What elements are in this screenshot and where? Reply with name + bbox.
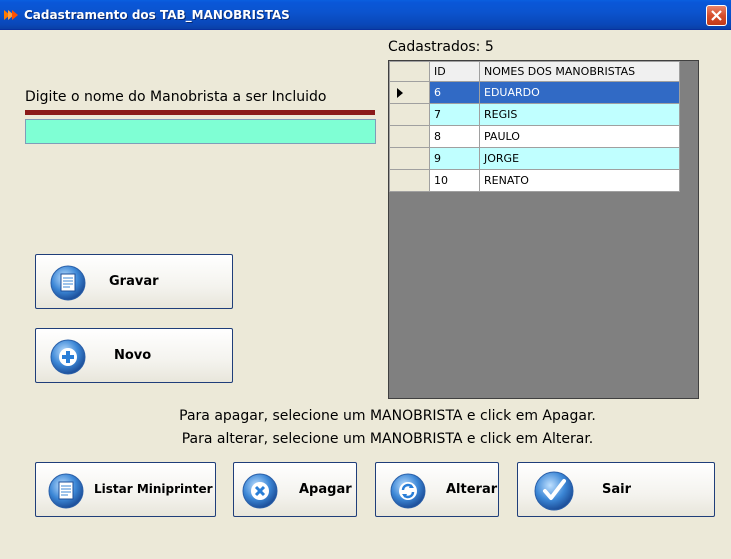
sair-label: Sair (602, 482, 632, 497)
cell-id[interactable]: 6 (429, 81, 480, 104)
table-row[interactable]: 7 REGIS (389, 103, 680, 126)
novo-button[interactable]: Novo (35, 328, 233, 383)
alterar-label: Alterar (446, 482, 498, 497)
window-title: Cadastramento dos TAB_MANOBRISTAS (24, 8, 290, 22)
apagar-button[interactable]: Apagar (233, 462, 357, 517)
listar-label: Listar Miniprinter (94, 482, 213, 496)
row-header[interactable] (389, 125, 430, 148)
cell-name[interactable]: REGIS (479, 103, 680, 126)
cell-name[interactable]: RENATO (479, 169, 680, 192)
plus-icon (50, 339, 86, 375)
manobristas-grid[interactable]: ID NOMES DOS MANOBRISTAS 6 EDUARDO 7 REG… (388, 60, 699, 399)
table-row[interactable]: 6 EDUARDO (389, 81, 680, 104)
document-icon (50, 265, 86, 301)
cell-name[interactable]: JORGE (479, 147, 680, 170)
cell-id[interactable]: 10 (429, 169, 480, 192)
close-button[interactable] (706, 5, 727, 26)
sair-button[interactable]: Sair (517, 462, 715, 517)
table-row[interactable]: 9 JORGE (389, 147, 680, 170)
row-header-selected[interactable] (389, 81, 430, 104)
row-header[interactable] (389, 169, 430, 192)
cell-id[interactable]: 9 (429, 147, 480, 170)
info-alterar: Para alterar, selecione um MANOBRISTA e … (181, 431, 594, 447)
x-icon (242, 473, 278, 509)
table-row[interactable]: 10 RENATO (389, 169, 680, 192)
refresh-icon (390, 473, 426, 509)
title-bar: Cadastramento dos TAB_MANOBRISTAS (0, 0, 731, 30)
gravar-label: Gravar (109, 274, 159, 289)
gravar-button[interactable]: Gravar (35, 254, 233, 309)
info-apagar: Para apagar, selecione um MANOBRISTA e c… (179, 408, 596, 424)
novo-label: Novo (114, 348, 152, 363)
row-header[interactable] (389, 103, 430, 126)
column-header-name[interactable]: NOMES DOS MANOBRISTAS (479, 61, 680, 82)
count-label: Cadastrados: 5 (388, 39, 494, 55)
document-icon (48, 473, 84, 509)
apagar-label: Apagar (299, 482, 352, 497)
listar-miniprinter-button[interactable]: Listar Miniprinter (35, 462, 216, 517)
grid-header-row: ID NOMES DOS MANOBRISTAS (389, 61, 680, 82)
cell-id[interactable]: 7 (429, 103, 480, 126)
row-pointer-icon (397, 87, 403, 98)
cell-name[interactable]: EDUARDO (479, 81, 680, 104)
app-arrows-icon (4, 10, 18, 20)
cell-name[interactable]: PAULO (479, 125, 680, 148)
close-icon (711, 10, 722, 21)
prompt-label: Digite o nome do Manobrista a ser Inclui… (25, 89, 327, 105)
row-header[interactable] (389, 147, 430, 170)
table-row[interactable]: 8 PAULO (389, 125, 680, 148)
name-input[interactable] (25, 119, 376, 144)
alterar-button[interactable]: Alterar (375, 462, 499, 517)
grid-corner-cell (389, 61, 430, 82)
cell-id[interactable]: 8 (429, 125, 480, 148)
checkmark-icon (534, 471, 574, 511)
column-header-id[interactable]: ID (429, 61, 480, 82)
prompt-underline (25, 110, 375, 115)
